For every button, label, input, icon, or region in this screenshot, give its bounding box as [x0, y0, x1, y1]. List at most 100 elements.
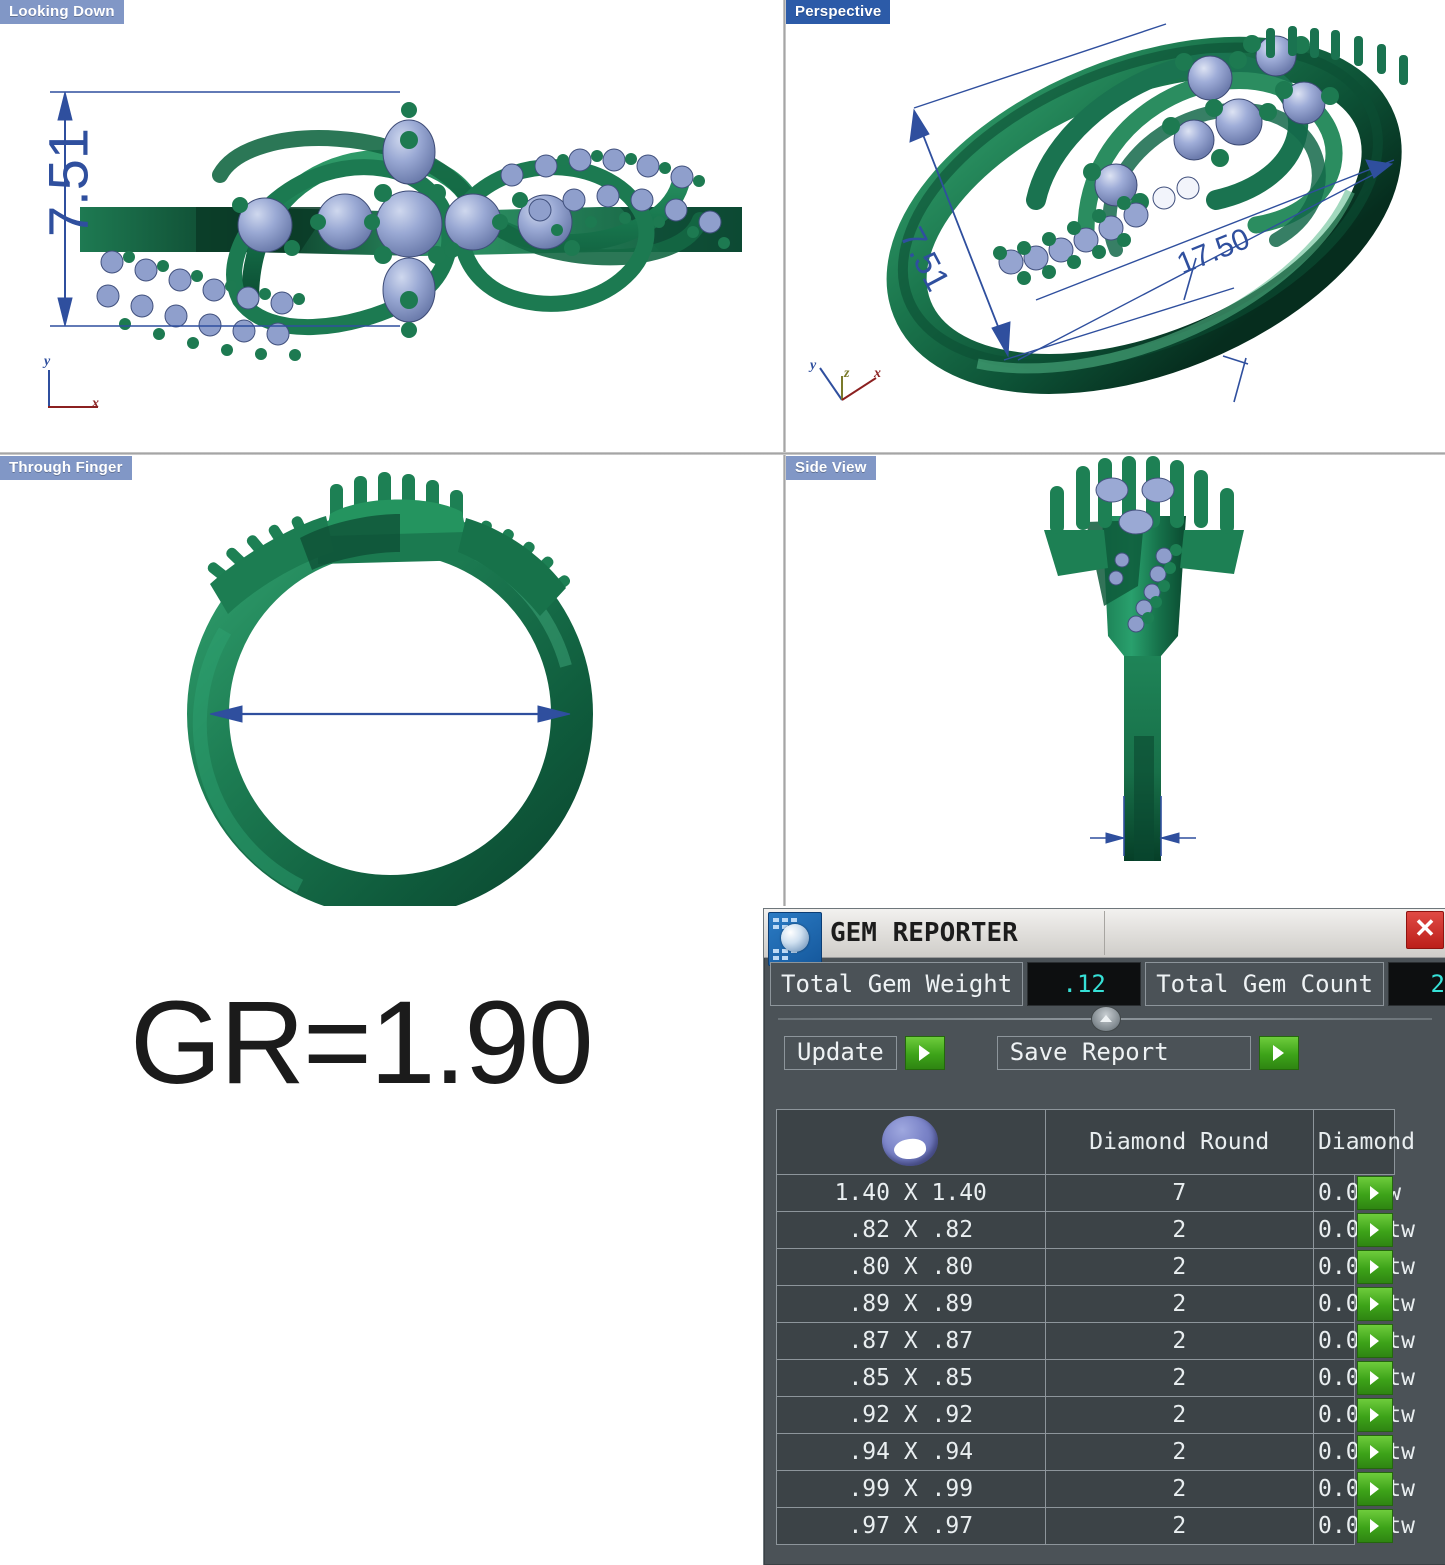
gem-table-body: 1.40 X 1.40 7 0.07tw .82 X .82 2 0.004tw… — [777, 1175, 1436, 1545]
row-go-icon[interactable] — [1357, 1250, 1393, 1284]
viewport-side-view[interactable]: 1.60 Side View z y — [786, 456, 1445, 906]
dimension-label-height: 7.51 — [36, 123, 101, 243]
chevron-up-icon[interactable] — [1091, 1006, 1121, 1032]
gem-reporter-app-icon — [768, 912, 822, 966]
table-row: 1.40 X 1.40 7 0.07tw — [777, 1175, 1436, 1212]
cell-total-weight: 0.005tw — [1314, 1323, 1355, 1360]
looking-down-render — [0, 0, 783, 452]
cell-total-weight: 0.007tw — [1314, 1508, 1355, 1545]
cell-total-weight: 0.006tw — [1314, 1397, 1355, 1434]
viewport-tab-through-finger[interactable]: Through Finger — [0, 456, 132, 480]
viewport-tab-perspective[interactable]: Perspective — [786, 0, 890, 24]
row-go-icon[interactable] — [1357, 1509, 1393, 1543]
gem-table: Diamond Round Diamond 1.40 X 1.40 7 0.07… — [776, 1109, 1436, 1545]
cell-count: 2 — [1045, 1434, 1314, 1471]
cell-total-weight: 0.007tw — [1314, 1471, 1355, 1508]
cell-size: .87 X .87 — [777, 1323, 1046, 1360]
pave-left — [97, 251, 305, 361]
cell-count: 2 — [1045, 1212, 1314, 1249]
cell-count: 2 — [1045, 1323, 1314, 1360]
table-row: .97 X .97 2 0.007tw — [777, 1508, 1436, 1545]
cell-action — [1354, 1360, 1395, 1397]
update-go-icon[interactable] — [905, 1036, 945, 1070]
row-go-icon[interactable] — [1357, 1361, 1393, 1395]
table-row: .94 X .94 2 0.006tw — [777, 1434, 1436, 1471]
table-row: .92 X .92 2 0.006tw — [777, 1397, 1436, 1434]
cell-total-weight: 0.004tw — [1314, 1212, 1355, 1249]
viewport-tab-looking-down[interactable]: Looking Down — [0, 0, 124, 24]
dimension-17-50 — [210, 706, 570, 722]
panel-collapse-handle[interactable] — [764, 1006, 1445, 1032]
cell-action — [1354, 1471, 1395, 1508]
gold-ratio-annotation: GR=1.90 — [130, 975, 592, 1111]
row-go-icon[interactable] — [1357, 1472, 1393, 1506]
cell-size: 1.40 X 1.40 — [777, 1175, 1046, 1212]
cell-size: .89 X .89 — [777, 1286, 1046, 1323]
total-gem-count-label: Total Gem Count — [1145, 962, 1384, 1006]
gem-reporter-window[interactable]: GEM REPORTER ✕ Total Gem Weight .12 Tota… — [763, 908, 1445, 1565]
gem-reporter-titlebar[interactable]: GEM REPORTER ✕ — [764, 909, 1445, 958]
axis-z-label: z — [844, 366, 849, 382]
axis-y-line — [48, 370, 50, 408]
side-view-render — [786, 456, 1445, 906]
row-go-icon[interactable] — [1357, 1398, 1393, 1432]
cell-count: 2 — [1045, 1249, 1314, 1286]
viewport-perspective[interactable]: 7.51 17.50 Perspective y z x — [786, 0, 1445, 452]
titlebar-separator — [1104, 911, 1105, 955]
update-button[interactable]: Update — [784, 1036, 897, 1070]
axis-gizmo-looking-down: y x — [30, 358, 100, 413]
total-gem-weight-value: .12 — [1027, 962, 1141, 1006]
cell-total-weight: 0.005tw — [1314, 1360, 1355, 1397]
table-row: .89 X .89 2 0.005tw — [777, 1286, 1436, 1323]
table-row: .82 X .82 2 0.004tw — [777, 1212, 1436, 1249]
cell-size: .82 X .82 — [777, 1212, 1046, 1249]
axis-x-label: x — [92, 396, 99, 412]
viewport-looking-down[interactable]: 7.51 Looking Down y x — [0, 0, 783, 452]
row-go-icon[interactable] — [1357, 1213, 1393, 1247]
close-icon[interactable]: ✕ — [1406, 911, 1444, 949]
cell-size: .94 X .94 — [777, 1434, 1046, 1471]
cell-action — [1354, 1175, 1395, 1212]
viewport-through-finger[interactable]: 17.50 Through Finger z x — [0, 456, 783, 906]
cell-action — [1354, 1249, 1395, 1286]
gem-table-container[interactable]: Diamond Round Diamond 1.40 X 1.40 7 0.07… — [776, 1109, 1436, 1557]
cell-size: .80 X .80 — [777, 1249, 1046, 1286]
cell-total-weight: 0.005tw — [1314, 1286, 1355, 1323]
gem-thumbnail-cell — [777, 1110, 1046, 1175]
gem-reporter-title: GEM REPORTER — [830, 918, 1018, 948]
diamond-round-icon — [875, 1113, 947, 1171]
row-go-icon[interactable] — [1357, 1324, 1393, 1358]
cell-size: .92 X .92 — [777, 1397, 1046, 1434]
cell-action — [1354, 1508, 1395, 1545]
row-go-icon[interactable] — [1357, 1287, 1393, 1321]
cell-count: 2 — [1045, 1471, 1314, 1508]
cell-total-weight: 0.004tw — [1314, 1249, 1355, 1286]
table-row: .87 X .87 2 0.005tw — [777, 1323, 1436, 1360]
cell-size: .99 X .99 — [777, 1471, 1046, 1508]
column-header-size: Diamond Round — [1045, 1110, 1314, 1175]
cell-action — [1354, 1323, 1395, 1360]
table-header-row: Diamond Round Diamond — [777, 1110, 1436, 1175]
through-finger-render — [0, 456, 783, 906]
table-row: .80 X .80 2 0.004tw — [777, 1249, 1436, 1286]
axis-gizmo-perspective: y z x — [804, 360, 874, 415]
viewport-tab-side-view[interactable]: Side View — [786, 456, 876, 480]
axis-x-line — [48, 406, 98, 408]
cell-count: 2 — [1045, 1360, 1314, 1397]
cell-count: 2 — [1045, 1286, 1314, 1323]
row-go-icon[interactable] — [1357, 1176, 1393, 1210]
save-report-button[interactable]: Save Report — [997, 1036, 1251, 1070]
save-report-go-icon[interactable] — [1259, 1036, 1299, 1070]
cell-action — [1354, 1212, 1395, 1249]
cell-action — [1354, 1434, 1395, 1471]
viewport-divider-horizontal[interactable] — [0, 452, 1445, 455]
cell-action — [1354, 1286, 1395, 1323]
cell-size: .85 X .85 — [777, 1360, 1046, 1397]
cell-count: 2 — [1045, 1397, 1314, 1434]
gem-reporter-actions: Update Save Report — [764, 1032, 1445, 1076]
row-go-icon[interactable] — [1357, 1435, 1393, 1469]
gem-summary-strip: Total Gem Weight .12 Total Gem Count 25 — [764, 962, 1445, 1006]
cell-size: .97 X .97 — [777, 1508, 1046, 1545]
cell-action — [1354, 1397, 1395, 1434]
total-gem-count-value: 25 — [1388, 962, 1445, 1006]
